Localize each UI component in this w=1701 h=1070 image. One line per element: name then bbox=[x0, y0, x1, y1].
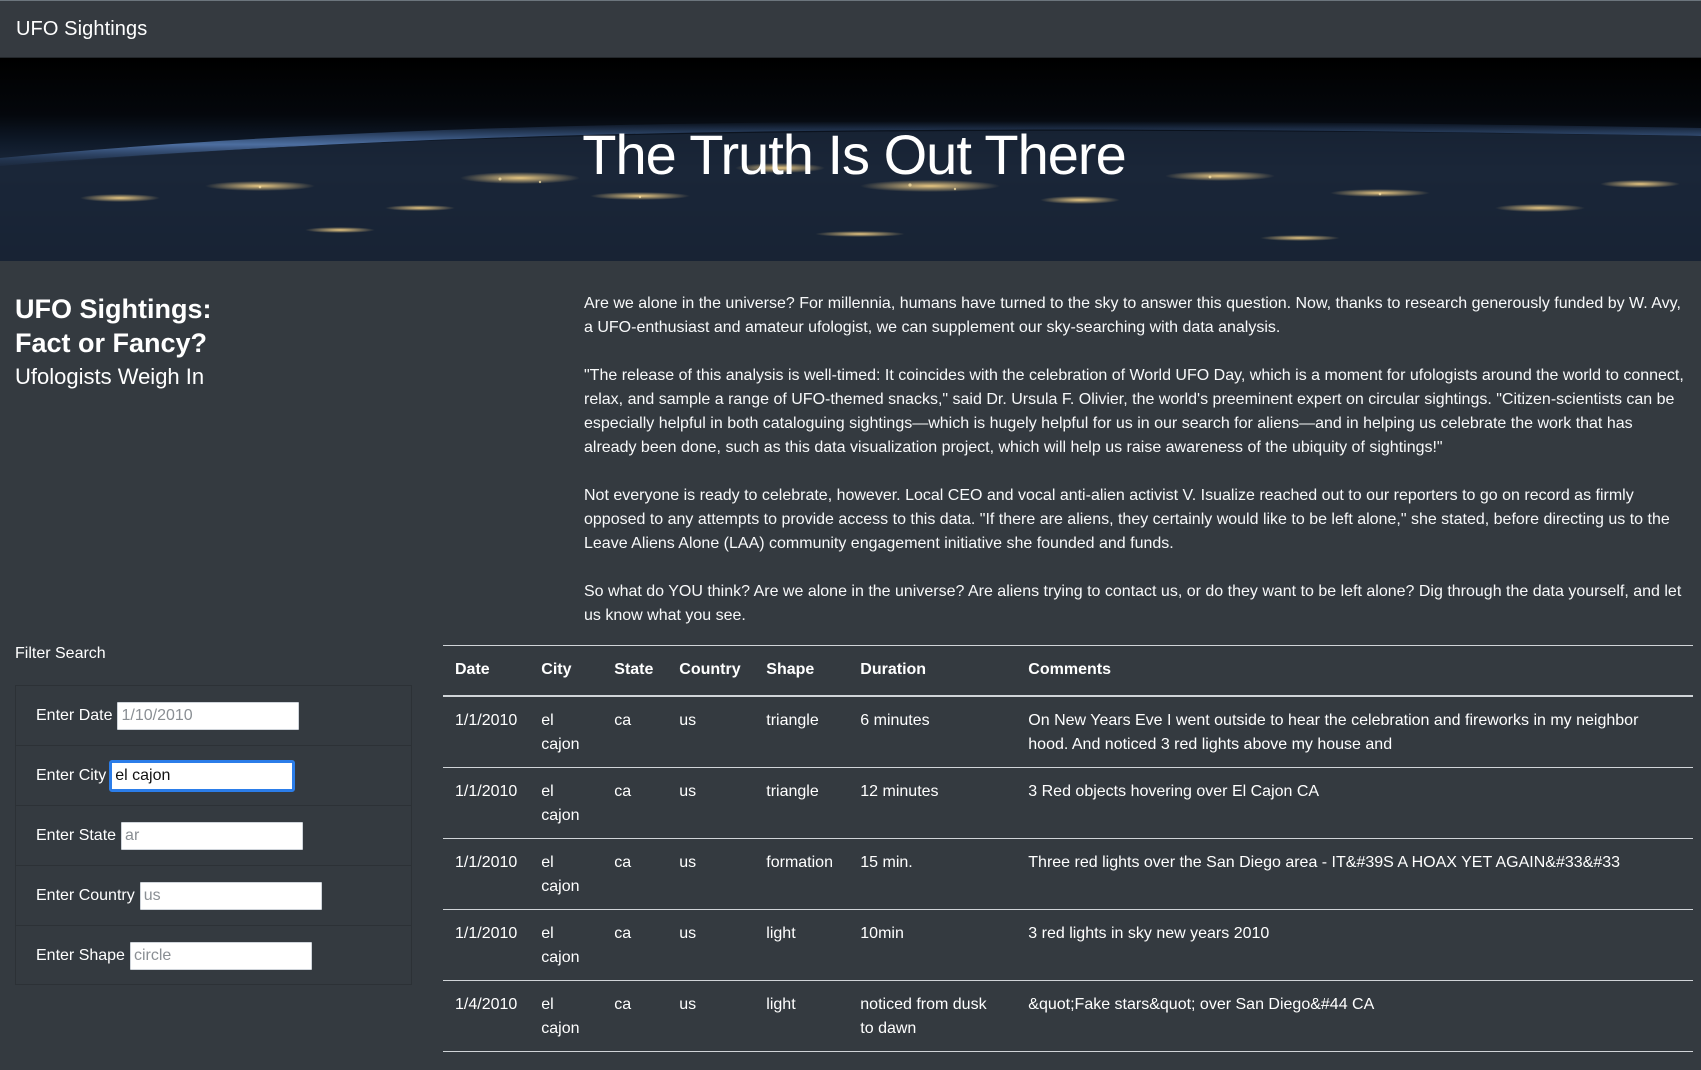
heading-subtitle: Ufologists Weigh In bbox=[15, 364, 205, 389]
filter-search-title: Filter Search bbox=[15, 645, 106, 662]
cell-duration: noticed from dusk to dawn bbox=[848, 980, 1017, 1052]
article-paragraph: So what do YOU think? Are we alone in th… bbox=[584, 583, 1682, 624]
navbar-brand-link[interactable]: UFO Sightings bbox=[16, 18, 147, 41]
ufo-table: Date City State Country Shape Duration C… bbox=[443, 645, 1693, 1052]
cell-city: el cajon bbox=[529, 980, 603, 1052]
cell-comments: Three red lights over the San Diego area… bbox=[1016, 838, 1693, 910]
state-input[interactable] bbox=[121, 821, 304, 850]
column-header-shape: Shape bbox=[754, 645, 849, 697]
cell-duration: 12 minutes bbox=[848, 767, 1017, 839]
cell-comments: &quot;Fake stars&quot; over San Diego&#4… bbox=[1016, 980, 1693, 1052]
state-label: Enter State bbox=[36, 826, 117, 844]
table-body: 1/1/2010 el cajon ca us triangle 6 minut… bbox=[443, 695, 1693, 1052]
cell-country: us bbox=[667, 695, 755, 768]
cell-shape: triangle bbox=[754, 767, 849, 839]
cell-shape: light bbox=[754, 980, 849, 1052]
cell-shape: triangle bbox=[754, 695, 849, 768]
cell-date: 1/1/2010 bbox=[443, 767, 530, 839]
cell-state: ca bbox=[602, 838, 668, 910]
cell-city: el cajon bbox=[529, 767, 603, 839]
column-header-comments: Comments bbox=[1016, 645, 1693, 697]
article-heading: UFO Sightings: Fact or Fancy? Ufologists… bbox=[15, 292, 435, 392]
column-header-country: Country bbox=[667, 645, 755, 697]
column-header-state: State bbox=[602, 645, 668, 697]
cell-comments: 3 Red objects hovering over El Cajon CA bbox=[1016, 767, 1693, 839]
date-input[interactable] bbox=[117, 701, 300, 730]
article-paragraph: Not everyone is ready to celebrate, howe… bbox=[584, 487, 1670, 552]
cell-date: 1/1/2010 bbox=[443, 909, 530, 981]
cell-duration: 15 min. bbox=[848, 838, 1017, 910]
cell-duration: 6 minutes bbox=[848, 695, 1017, 768]
cell-shape: formation bbox=[754, 838, 849, 910]
heading-line-2: Fact or Fancy? bbox=[15, 328, 208, 358]
filter-item-shape: Enter Shape bbox=[16, 926, 411, 986]
table-row: 1/1/2010 el cajon ca us light 10min 3 re… bbox=[443, 909, 1693, 981]
cell-country: us bbox=[667, 767, 755, 839]
filter-list: Enter Date Enter City Enter State Enter … bbox=[15, 685, 412, 985]
filter-item-state: Enter State bbox=[16, 806, 411, 866]
column-header-date: Date bbox=[443, 645, 530, 697]
cell-comments: 3 red lights in sky new years 2010 bbox=[1016, 909, 1693, 981]
cell-date: 1/4/2010 bbox=[443, 980, 530, 1052]
date-label: Enter Date bbox=[36, 706, 113, 724]
cell-country: us bbox=[667, 980, 755, 1052]
article-paragraph: Are we alone in the universe? For millen… bbox=[584, 295, 1681, 336]
filter-item-date: Enter Date bbox=[16, 686, 411, 746]
cell-state: ca bbox=[602, 767, 668, 839]
cell-shape: light bbox=[754, 909, 849, 981]
cell-city: el cajon bbox=[529, 695, 603, 768]
cell-date: 1/1/2010 bbox=[443, 838, 530, 910]
article-paragraph: "The release of this analysis is well-ti… bbox=[584, 367, 1684, 456]
navbar: UFO Sightings bbox=[0, 0, 1701, 58]
table-row: 1/4/2010 el cajon ca us light noticed fr… bbox=[443, 980, 1693, 1052]
shape-input[interactable] bbox=[129, 942, 312, 970]
city-input[interactable] bbox=[109, 759, 296, 792]
cell-date: 1/1/2010 bbox=[443, 695, 530, 768]
hero-banner: The Truth Is Out There bbox=[0, 58, 1701, 261]
article-body: Are we alone in the universe? For millen… bbox=[584, 292, 1688, 652]
country-label: Enter Country bbox=[36, 886, 135, 904]
table-row: 1/1/2010 el cajon ca us formation 15 min… bbox=[443, 838, 1693, 910]
cell-country: us bbox=[667, 838, 755, 910]
heading-line-1: UFO Sightings: bbox=[15, 294, 212, 324]
table-row: 1/1/2010 el cajon ca us triangle 12 minu… bbox=[443, 767, 1693, 839]
cell-state: ca bbox=[602, 909, 668, 981]
city-label: Enter City bbox=[36, 766, 107, 784]
table-row: 1/1/2010 el cajon ca us triangle 6 minut… bbox=[443, 695, 1693, 768]
cell-country: us bbox=[667, 909, 755, 981]
cell-state: ca bbox=[602, 695, 668, 768]
filter-item-country: Enter Country bbox=[16, 866, 411, 926]
column-header-duration: Duration bbox=[848, 645, 1017, 697]
shape-label: Enter Shape bbox=[36, 947, 125, 964]
cell-comments: On New Years Eve I went outside to hear … bbox=[1016, 695, 1693, 768]
country-input[interactable] bbox=[139, 881, 322, 910]
sightings-table-container: Date City State Country Shape Duration C… bbox=[443, 645, 1693, 1052]
table-header: Date City State Country Shape Duration C… bbox=[443, 645, 1693, 697]
filter-item-city: Enter City bbox=[16, 746, 411, 806]
hero-title: The Truth Is Out There bbox=[582, 123, 1126, 186]
cell-duration: 10min bbox=[848, 909, 1017, 981]
cell-city: el cajon bbox=[529, 909, 603, 981]
cell-state: ca bbox=[602, 980, 668, 1052]
column-header-city: City bbox=[529, 645, 603, 697]
cell-city: el cajon bbox=[529, 838, 603, 910]
